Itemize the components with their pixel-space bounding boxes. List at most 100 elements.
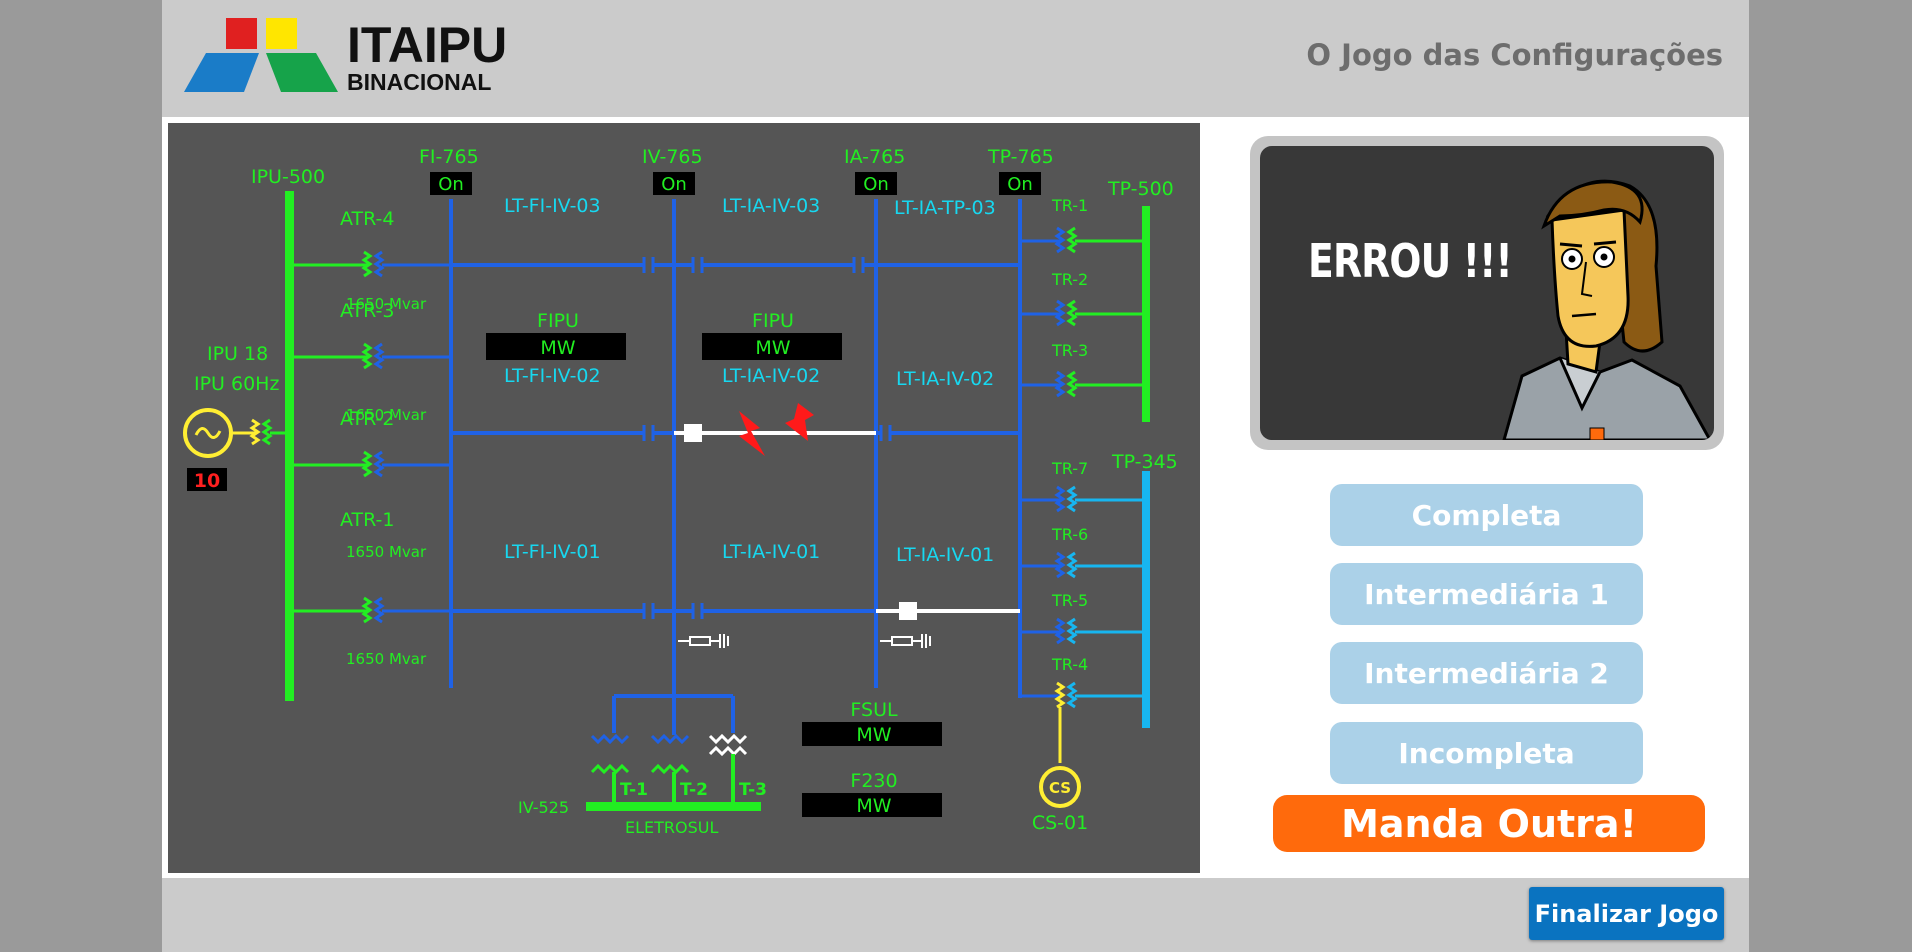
tr7-transformer[interactable] [1020, 485, 1142, 513]
ipu500-label: IPU-500 [251, 166, 325, 188]
substation-diagram: IPU-500 FI-765 IV-765 IA-765 TP-765 TP-5… [168, 123, 1200, 873]
atr2-transformer[interactable] [294, 450, 451, 478]
cs-symbol: CS [1049, 779, 1071, 797]
flow-fipu-2-unit: MW [755, 337, 790, 359]
line-label-ia-tp-03: LT-IA-TP-03 [894, 197, 996, 219]
flow-f230-label: F230 [850, 770, 897, 792]
atr3-mvar: 1650 Mvar [346, 406, 427, 424]
iv525-label: IV-525 [518, 798, 569, 817]
character-illustration [1502, 179, 1712, 440]
tr3-transformer[interactable] [1020, 370, 1142, 398]
generator-label-2: IPU 60Hz [194, 373, 279, 395]
flow-fsul-label: FSUL [850, 699, 898, 721]
atr4-transformer[interactable] [294, 250, 451, 278]
cs01-compensator[interactable]: CS [1039, 766, 1081, 808]
iv765-status-text: On [661, 174, 687, 195]
line-label-ia-iv-01-right: LT-IA-IV-01 [896, 544, 994, 566]
tr7-label: TR-7 [1051, 459, 1088, 478]
tr4-transformer[interactable] [1020, 681, 1142, 763]
iv765-status-badge[interactable]: On [653, 172, 695, 195]
tp345-label: TP-345 [1111, 451, 1178, 473]
tr5-transformer[interactable] [1020, 617, 1142, 645]
logo-yellow-square [266, 18, 297, 49]
flow-fipu-2-label: FIPU [752, 310, 794, 332]
t1-label: T-1 [620, 780, 648, 800]
itaipu-logo: ITAIPU BINACIONAL [184, 17, 507, 95]
generator-label-1: IPU 18 [207, 343, 268, 365]
atr3-transformer[interactable] [294, 342, 451, 370]
next-challenge-button[interactable]: Manda Outra! [1273, 795, 1705, 852]
t3-label: T-3 [739, 780, 767, 800]
reactor-ia-icon[interactable] [880, 634, 931, 648]
atr2-mvar: 1650 Mvar [346, 543, 427, 561]
tp500-label: TP-500 [1107, 178, 1174, 200]
tr6-transformer[interactable] [1020, 551, 1142, 579]
feedback-panel: ERROU !!! [1250, 136, 1724, 450]
tr2-label: TR-2 [1051, 270, 1088, 289]
option-intermediaria-2-button[interactable]: Intermediária 2 [1330, 642, 1643, 704]
line-label-ia-iv-01-left: LT-IA-IV-01 [722, 541, 820, 563]
reactor-iv-icon[interactable] [678, 634, 729, 648]
tr1-transformer[interactable] [1020, 226, 1142, 254]
tp765-status-badge[interactable]: On [999, 172, 1041, 195]
finish-game-button[interactable]: Finalizar Jogo [1529, 887, 1724, 940]
option-completa-button[interactable]: Completa [1330, 484, 1643, 546]
ia765-status-text: On [863, 174, 889, 195]
page-title: O Jogo das Configurações [1306, 38, 1723, 72]
option-incompleta-button[interactable]: Incompleta [1330, 722, 1643, 784]
line-label-ia-iv-02-right: LT-IA-IV-02 [896, 368, 994, 390]
tr5-label: TR-5 [1051, 591, 1088, 610]
cs01-label: CS-01 [1032, 812, 1088, 834]
atr1-transformer[interactable] [294, 596, 451, 624]
game-window: ITAIPU BINACIONAL O Jogo das Configuraçõ… [162, 0, 1749, 952]
ia765-label: IA-765 [844, 146, 905, 168]
flow-fipu-1-label: FIPU [537, 310, 579, 332]
fi765-label: FI-765 [419, 146, 479, 168]
logo-blue-shape [184, 53, 259, 92]
header: ITAIPU BINACIONAL O Jogo das Configuraçõ… [162, 0, 1749, 117]
line-label-ia-iv-02-left: LT-IA-IV-02 [722, 365, 820, 387]
line-circuit-01[interactable] [451, 603, 1020, 619]
line-label-ia-iv-03: LT-IA-IV-03 [722, 195, 820, 217]
generator-count: 10 [194, 470, 220, 492]
tr1-label: TR-1 [1051, 196, 1088, 215]
generator[interactable] [183, 408, 285, 458]
option-intermediaria-1-button[interactable]: Intermediária 1 [1330, 563, 1643, 625]
line-circuit-02[interactable] [451, 425, 1020, 441]
fi765-status-text: On [438, 174, 464, 195]
tp765-status-text: On [1007, 174, 1033, 195]
iv765-label: IV-765 [642, 146, 703, 168]
line-label-fi-iv-01: LT-FI-IV-01 [504, 541, 601, 563]
flow-fsul-unit: MW [856, 724, 891, 746]
tr3-label: TR-3 [1051, 341, 1088, 360]
t2-label: T-2 [680, 780, 708, 800]
atr1-mvar: 1650 Mvar [346, 650, 427, 668]
line-circuit-03[interactable] [451, 257, 1020, 273]
tr2-transformer[interactable] [1020, 299, 1142, 327]
tr6-label: TR-6 [1051, 525, 1088, 544]
footer [162, 878, 1749, 952]
tp345-bus [1142, 471, 1150, 728]
logo-green-shape [266, 53, 338, 92]
breaker-open-02[interactable] [684, 424, 702, 442]
atr4-mvar: 1650 Mvar [346, 295, 427, 313]
eletrosul-label: ELETROSUL [625, 818, 718, 837]
fault-lightning-icon-2 [785, 403, 814, 441]
line-label-fi-iv-02: LT-FI-IV-02 [504, 365, 601, 387]
badge-icon [1589, 427, 1605, 440]
fi765-status-badge[interactable]: On [430, 172, 472, 195]
ia765-status-badge[interactable]: On [855, 172, 897, 195]
ipu500-bus [285, 191, 294, 701]
flow-fipu-1-unit: MW [540, 337, 575, 359]
logo-red-square [226, 18, 257, 49]
atr4-label: ATR-4 [340, 208, 395, 230]
feedback-screen: ERROU !!! [1260, 146, 1714, 440]
tr4-label: TR-4 [1051, 655, 1088, 674]
breaker-open-01[interactable] [899, 602, 917, 620]
line-label-fi-iv-03: LT-FI-IV-03 [504, 195, 601, 217]
flow-f230-unit: MW [856, 795, 891, 817]
tp500-bus [1142, 206, 1150, 422]
brand-name: ITAIPU [347, 17, 507, 73]
brand-subtitle: BINACIONAL [347, 69, 491, 95]
atr1-label: ATR-1 [340, 509, 395, 531]
